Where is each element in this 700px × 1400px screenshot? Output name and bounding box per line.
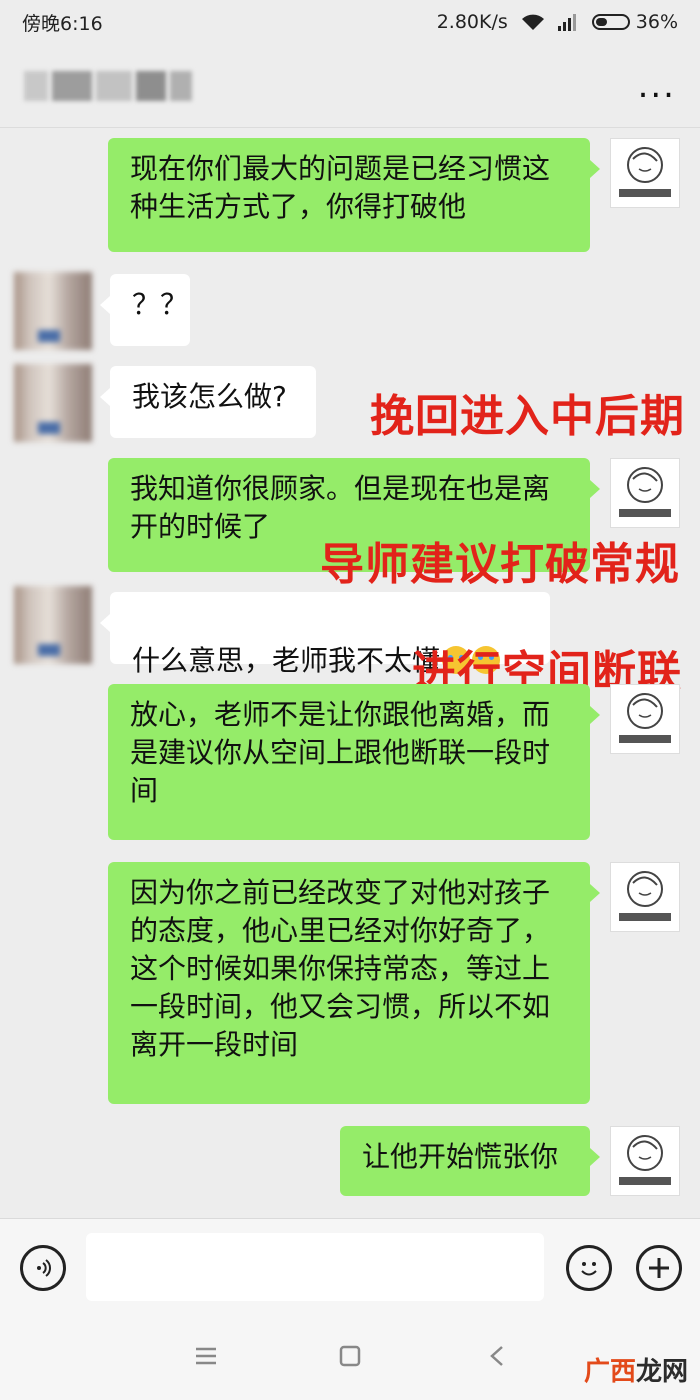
network-speed: 2.80K/s [436, 11, 508, 33]
overlay-caption: 导师建议打破常规 [320, 539, 680, 590]
logo-face-icon [619, 871, 671, 921]
message-input[interactable] [86, 1233, 544, 1301]
smiley-icon [581, 1262, 597, 1276]
input-bar [0, 1218, 700, 1318]
chat-header: ... [0, 44, 700, 128]
voice-icon [37, 1259, 51, 1277]
message-bubble-other[interactable]: 我该怎么做? [100, 366, 316, 438]
contact-avatar[interactable] [14, 364, 92, 442]
contact-avatar[interactable] [14, 586, 92, 664]
wifi-icon [521, 14, 544, 30]
logo-face-icon [619, 693, 671, 743]
battery-percent: 36% [635, 11, 678, 33]
self-avatar[interactable] [610, 458, 680, 528]
logo-face-icon [619, 467, 671, 517]
message-text: 什么意思，老师我不太懂 [132, 644, 441, 677]
battery-icon [591, 14, 630, 30]
logo-face-icon [619, 1135, 671, 1185]
back-icon[interactable] [486, 1344, 510, 1368]
contact-name-blurred [24, 70, 192, 101]
message-bubble-self[interactable]: 让他开始慌张你 [340, 1126, 600, 1196]
system-nav-bar: 广西龙网 [0, 1318, 700, 1400]
message-bubble-self[interactable]: 因为你之前已经改变了对他对孩子 的态度，他心里已经对你好奇了， 这个时候如果你保… [108, 862, 600, 1104]
overlay-caption: 挽回进入中后期 [370, 391, 685, 442]
signal-icon [557, 14, 576, 31]
emoji-button[interactable] [566, 1245, 612, 1291]
home-icon[interactable] [338, 1344, 362, 1368]
chat-area[interactable]: 现在你们最大的问题是已经习惯这 种生活方式了，你得打破他 ？？ 我该怎么做? 挽… [0, 128, 700, 1218]
battery-indicator: 36% [591, 11, 678, 33]
self-avatar[interactable] [610, 1126, 680, 1196]
message-bubble-self[interactable]: 放心，老师不是让你跟他离婚，而 是建议你从空间上跟他断联一段时 间 [108, 684, 600, 840]
add-button[interactable] [636, 1245, 682, 1291]
self-avatar[interactable] [610, 862, 680, 932]
logo-face-icon [619, 147, 671, 197]
self-avatar[interactable] [610, 684, 680, 754]
status-bar: 傍晚6:16 2.80K/s 36% [0, 0, 700, 44]
plus-icon [649, 1258, 669, 1278]
voice-input-button[interactable] [20, 1245, 66, 1291]
status-time: 傍晚6:16 [22, 12, 103, 35]
contact-avatar[interactable] [14, 272, 92, 350]
message-bubble-self[interactable]: 现在你们最大的问题是已经习惯这 种生活方式了，你得打破他 [108, 138, 600, 252]
more-options-button[interactable]: ... [638, 69, 676, 103]
message-bubble-other[interactable]: ？？ [100, 274, 190, 346]
self-avatar[interactable] [610, 138, 680, 208]
status-right: 2.80K/s 36% [437, 11, 678, 33]
site-watermark: 广西龙网 [583, 1357, 688, 1387]
menu-icon[interactable] [194, 1344, 218, 1368]
